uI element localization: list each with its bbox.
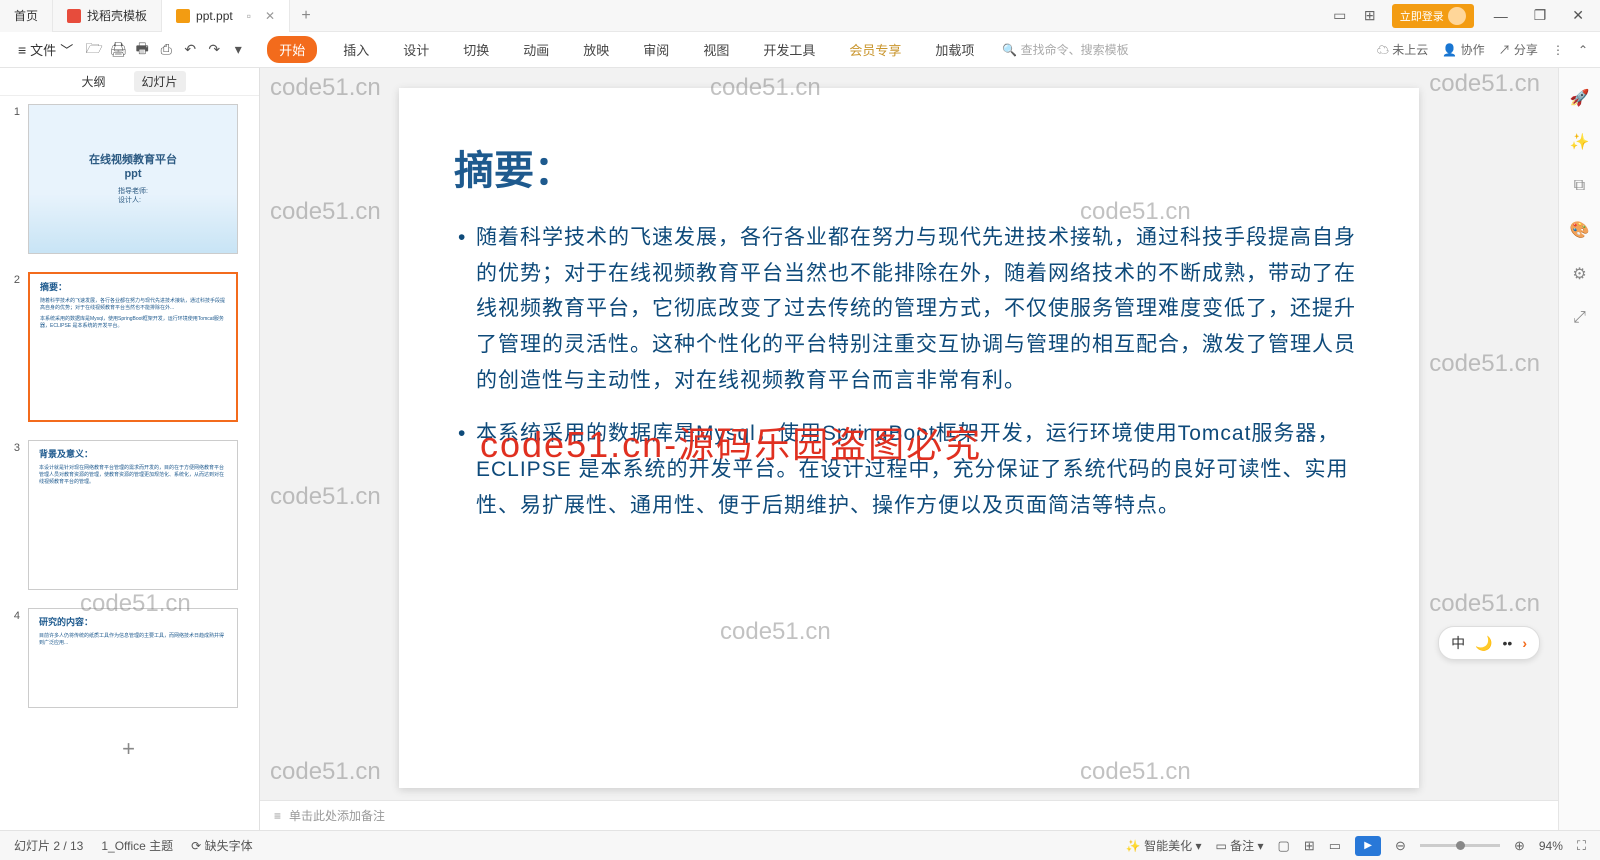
palette-icon[interactable]: 🎨 [1570, 220, 1590, 240]
notes-pane[interactable]: ≡ 单击此处添加备注 [260, 800, 1558, 830]
redo-icon[interactable]: ↷ [205, 41, 223, 59]
moon-icon: 🌙 [1475, 635, 1492, 652]
zoom-out-icon[interactable]: ⊖ [1395, 838, 1406, 854]
zoom-value[interactable]: 94% [1539, 839, 1563, 853]
watermark: code51.cn [270, 758, 381, 786]
avatar-icon [1448, 7, 1466, 25]
slide-thumb-2[interactable]: 摘要： 随着科学技术的飞速发展，各行各业都在努力与现代先进技术接轨，通过科技手段… [28, 272, 238, 422]
ribbon-tab-view[interactable]: 视图 [695, 36, 737, 63]
title-bar: 首页 找稻壳模板 ppt.ppt▫✕ + ▭ ⊞ 立即登录 — ❐ ✕ [0, 0, 1600, 32]
view-normal-icon[interactable]: ▢ [1278, 838, 1290, 854]
preview-icon[interactable]: ⎙ [157, 41, 175, 59]
search-input[interactable]: 🔍 查找命令、搜索模板 [1002, 41, 1128, 58]
page-indicator[interactable]: 幻灯片 2 / 13 [14, 837, 83, 854]
add-slide-button[interactable]: + [6, 726, 251, 772]
new-tab-button[interactable]: + [290, 7, 322, 25]
slide-bullet-1[interactable]: 随着科学技术的飞速发展，各行各业都在努力与现代先进技术接轨，通过科技手段提高自身… [454, 220, 1364, 398]
notes-icon: ≡ [274, 809, 281, 823]
chevron-right-icon[interactable]: › [1522, 635, 1527, 651]
slides-tab[interactable]: 幻灯片 [134, 71, 186, 92]
ribbon-tab-start[interactable]: 开始 [267, 36, 317, 63]
grid-icon[interactable]: ⊞ [1362, 8, 1378, 24]
slide-thumb-3[interactable]: 背景及意义： 本设计就是针对现在网络教育平台管理的需求而开发的，目的在于方便网络… [28, 440, 238, 590]
dots-icon: •• [1503, 635, 1513, 651]
sparkle-icon[interactable]: ✨ [1570, 132, 1590, 152]
layout-icon[interactable]: ▭ [1332, 8, 1348, 24]
slide-thumb-1[interactable]: 在线视频教育平台 ppt 指导老师: 设计人: [28, 104, 238, 254]
play-button[interactable]: ▶ [1355, 836, 1381, 856]
more-icon[interactable]: ⋮ [1552, 43, 1564, 57]
tab-document[interactable]: ppt.ppt▫✕ [162, 0, 290, 32]
ribbon-tab-insert[interactable]: 插入 [335, 36, 377, 63]
window-close-icon[interactable]: ✕ [1566, 7, 1590, 24]
beautify-button[interactable]: ✨ 智能美化 ▾ [1126, 837, 1202, 854]
tab-home[interactable]: 首页 [0, 0, 53, 32]
slide-number: 3 [6, 440, 20, 590]
slide-title[interactable]: 摘要： [454, 138, 1364, 196]
panel-tabs: 大纲 幻灯片 [0, 68, 259, 96]
missing-font[interactable]: ⟳ 缺失字体 [191, 837, 252, 854]
gear-icon[interactable]: ⚙ [1570, 264, 1590, 284]
ribbon-tab-design[interactable]: 设计 [395, 36, 437, 63]
ribbon: ≡文件﹀ 🗁 🖨 🖶 ⎙ ↶ ↷ ▾ 开始 插入 设计 切换 动画 放映 审阅 … [0, 32, 1600, 68]
undo-icon[interactable]: ↶ [181, 41, 199, 59]
zoom-in-icon[interactable]: ⊕ [1514, 838, 1525, 854]
ribbon-tab-member[interactable]: 会员专享 [841, 36, 909, 63]
hamburger-icon: ≡ [18, 42, 26, 58]
template-icon [67, 9, 81, 23]
share-button[interactable]: ↗ 分享 [1499, 41, 1538, 58]
ribbon-tab-review[interactable]: 审阅 [635, 36, 677, 63]
collapse-icon[interactable]: ⌃ [1578, 43, 1588, 57]
slide-panel: 大纲 幻灯片 1 在线视频教育平台 ppt 指导老师: 设计人: 2 摘要： 随… [0, 68, 260, 830]
zoom-slider[interactable] [1420, 844, 1500, 847]
chevron-down-icon: ﹀ [60, 40, 73, 59]
layers-icon[interactable]: ⧉ [1570, 176, 1590, 196]
minimize-icon[interactable]: — [1488, 8, 1514, 24]
close-icon[interactable]: ✕ [265, 9, 275, 23]
file-menu[interactable]: ≡文件﹀ [12, 37, 79, 62]
rocket-icon[interactable]: 🚀 [1570, 88, 1590, 108]
dropdown-icon[interactable]: ▾ [229, 41, 247, 59]
view-reading-icon[interactable]: ▭ [1329, 838, 1341, 854]
watermark: code51.cn [270, 198, 381, 226]
watermark: code51.cn [270, 483, 381, 511]
ppt-icon [176, 9, 190, 23]
ribbon-tab-animation[interactable]: 动画 [515, 36, 557, 63]
ribbon-tabs: 开始 插入 设计 切换 动画 放映 审阅 视图 开发工具 会员专享 加载项 [267, 36, 982, 63]
slide-thumb-4[interactable]: 研究的内容： 目前许多人仍将传统的纸质工具作为信息管理的主要工具，而网络技术日趋… [28, 608, 238, 708]
fit-icon[interactable]: ⛶ [1577, 838, 1586, 854]
expand-icon[interactable]: ⤢ [1570, 308, 1590, 328]
notes-toggle[interactable]: ▭ 备注 ▾ [1216, 837, 1264, 854]
cloud-status[interactable]: ☁ 未上云 [1377, 41, 1428, 58]
view-sorter-icon[interactable]: ⊞ [1304, 838, 1315, 854]
print-icon[interactable]: 🖶 [133, 41, 151, 59]
open-icon[interactable]: 🗁 [85, 41, 103, 59]
login-button[interactable]: 立即登录 [1392, 4, 1474, 28]
watermark: code51.cn [270, 74, 381, 102]
slide-number: 2 [6, 272, 20, 422]
ime-floater[interactable]: 中 🌙 •• › [1438, 626, 1540, 660]
ribbon-tab-slideshow[interactable]: 放映 [575, 36, 617, 63]
collab-button[interactable]: 👤 协作 [1442, 41, 1484, 58]
tab-templates[interactable]: 找稻壳模板 [53, 0, 162, 32]
maximize-icon[interactable]: ❐ [1528, 7, 1553, 24]
ribbon-tab-devtools[interactable]: 开发工具 [755, 36, 823, 63]
theme-indicator[interactable]: 1_Office 主题 [101, 837, 173, 854]
tab-menu-icon[interactable]: ▫ [247, 9, 251, 23]
status-bar: 幻灯片 2 / 13 1_Office 主题 ⟳ 缺失字体 ✨ 智能美化 ▾ ▭… [0, 830, 1600, 860]
right-sidebar: 🚀 ✨ ⧉ 🎨 ⚙ ⤢ [1558, 68, 1600, 830]
ribbon-tab-addins[interactable]: 加载项 [927, 36, 982, 63]
slide-number: 4 [6, 608, 20, 708]
overlay-text: code51.cn-源码乐园盗图必究 [480, 416, 982, 468]
outline-tab[interactable]: 大纲 [73, 71, 113, 92]
ribbon-tab-transition[interactable]: 切换 [455, 36, 497, 63]
slide-number: 1 [6, 104, 20, 254]
save-icon[interactable]: 🖨 [109, 41, 127, 59]
